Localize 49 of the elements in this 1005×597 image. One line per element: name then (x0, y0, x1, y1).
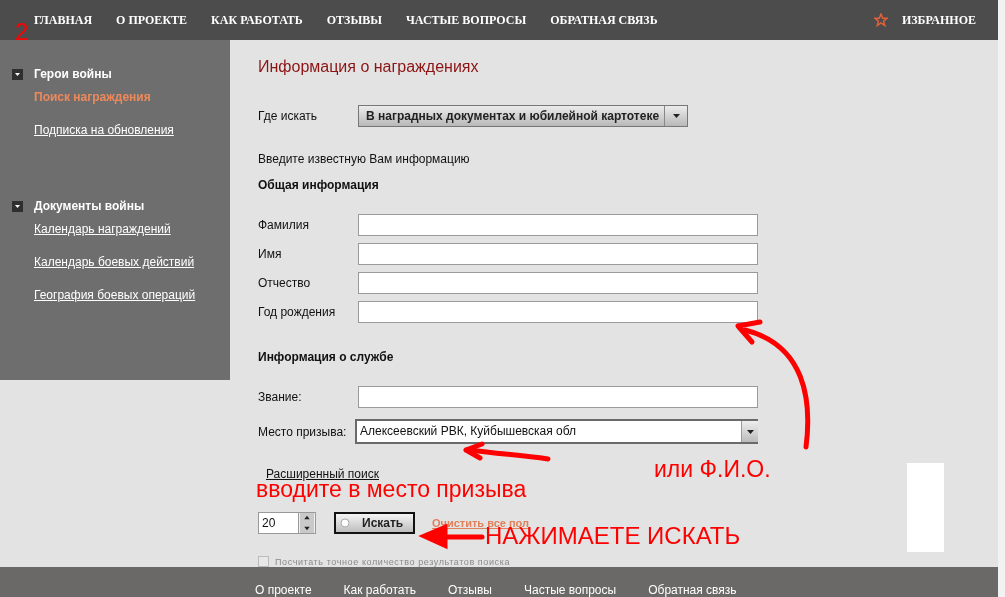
spin-up-icon[interactable] (299, 513, 315, 523)
field-label: Место призыва: (258, 424, 348, 439)
footer-link[interactable]: О проекте (255, 584, 312, 597)
sidebar-section-title[interactable]: Документы войны (34, 199, 145, 213)
place-combobox[interactable]: Алексеевский РВК, Куйбышевская обл (355, 419, 758, 444)
spin-down-icon[interactable] (299, 523, 315, 533)
section-heading: Информация о службе (258, 350, 395, 364)
page-title: Информация о награждениях (258, 57, 480, 77)
field-label: Имя (258, 247, 283, 261)
instruction-text: Введите известную Вам информацию (258, 152, 471, 166)
field-label: Отчество (258, 276, 312, 290)
field-label: Звание: (258, 390, 303, 404)
field-label: Где искать (258, 109, 319, 123)
footer-link[interactable]: Частые вопросы (524, 584, 617, 597)
nav-link[interactable]: ОТЗЫВЫ (326, 12, 382, 28)
input-field[interactable] (358, 272, 758, 294)
nav-link[interactable]: КАК РАБОТАТЬ (211, 12, 303, 28)
footer-link[interactable]: Отзывы (448, 584, 492, 597)
field-label: Год рождения (258, 305, 337, 319)
nav-link[interactable]: ЧАСТЫЕ ВОПРОСЫ (406, 12, 527, 28)
sidebar-section-title[interactable]: Герои войны (34, 67, 112, 81)
section-heading: Общая информация (258, 178, 380, 192)
caret-icon[interactable] (12, 200, 23, 212)
annotation-text: или Ф.И.О. (654, 458, 771, 481)
input-field[interactable] (358, 301, 758, 323)
page-size-spinner[interactable]: 20 (258, 512, 316, 534)
footer-link[interactable]: Обратная связь (648, 584, 737, 597)
sidebar-link[interactable]: География боевых операций (0, 284, 196, 317)
annotation-number: 2 (15, 20, 29, 44)
footer-link[interactable]: Как работать (343, 584, 416, 597)
nav-link[interactable]: О ПРОЕКТЕ (116, 12, 188, 28)
dropdown-arrow-icon (672, 114, 680, 118)
sidebar-link[interactable]: Календарь награждений (0, 218, 171, 251)
nav-link[interactable]: ГЛАВНАЯ (34, 12, 93, 28)
source-dropdown[interactable]: В наградных документах и юбилейной картотеке (358, 105, 688, 127)
star-icon[interactable] (873, 13, 888, 27)
input-field[interactable] (358, 214, 758, 236)
caret-icon[interactable] (12, 68, 23, 80)
nav-link[interactable]: ОБРАТНАЯ СВЯЗЬ (550, 12, 658, 28)
input-field[interactable] (358, 386, 758, 408)
input-field[interactable] (358, 243, 758, 265)
sidebar-link[interactable]: Календарь боевых действий (0, 251, 195, 284)
favorites-link[interactable]: ИЗБРАННОЕ (901, 12, 976, 28)
dropdown-arrow-icon (746, 429, 754, 434)
checkbox-label: Посчитать точное количество результатов поиска (275, 556, 511, 567)
field-label: Фамилия (258, 218, 310, 232)
search-icon (340, 518, 350, 528)
sidebar-link[interactable]: Подписка на обновления (0, 119, 174, 152)
search-button[interactable]: Искать (334, 512, 415, 534)
